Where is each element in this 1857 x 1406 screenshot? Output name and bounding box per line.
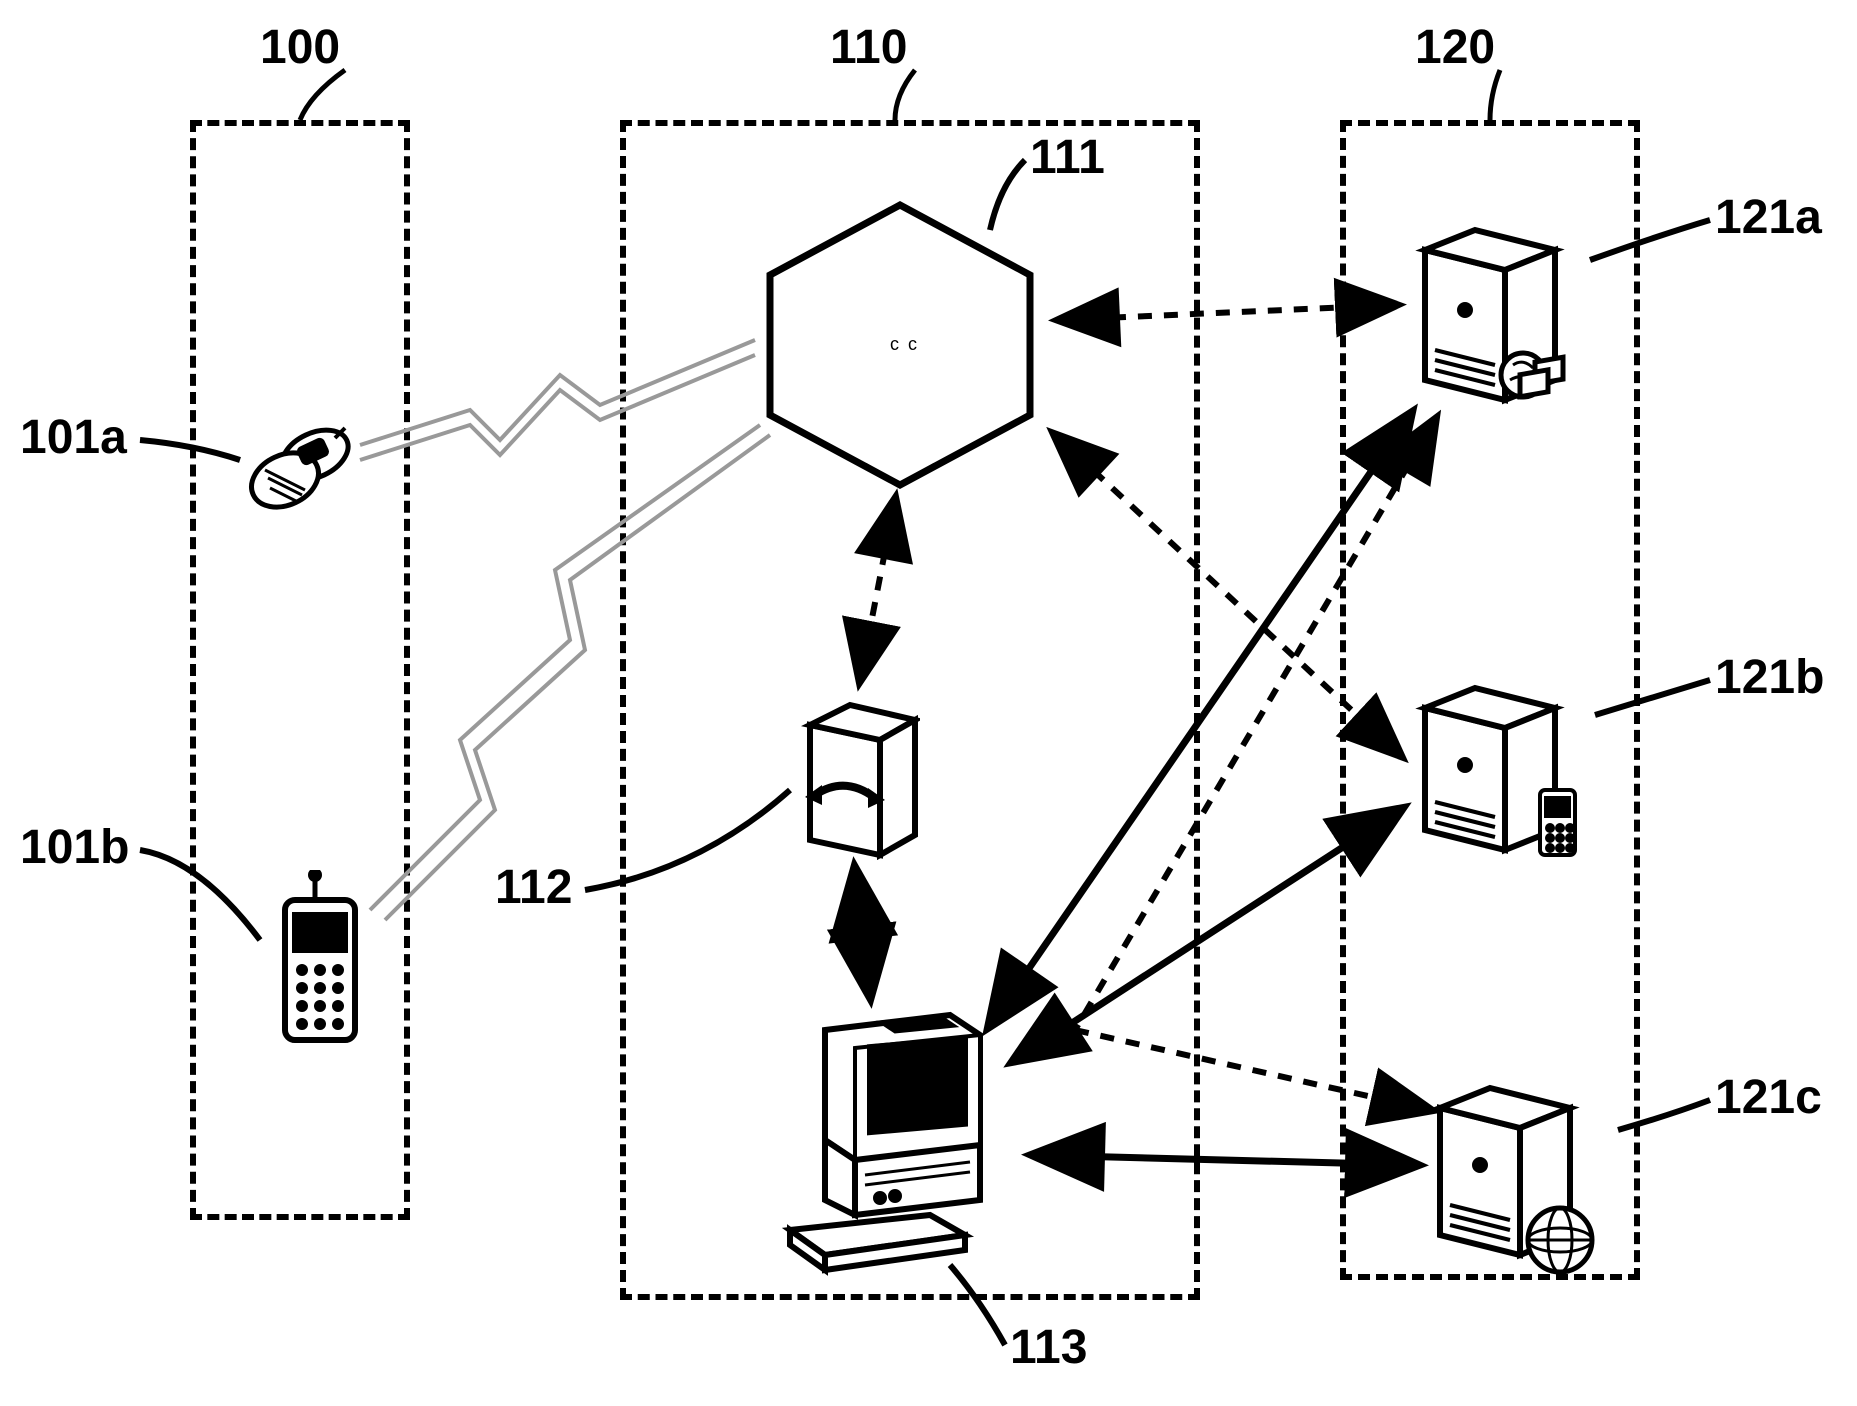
server-c-icon bbox=[1425, 1080, 1615, 1280]
label-121b: 121b bbox=[1715, 650, 1824, 705]
svg-text:c: c bbox=[908, 334, 917, 354]
label-121c: 121c bbox=[1715, 1070, 1822, 1125]
label-110: 110 bbox=[830, 20, 907, 75]
computer-icon bbox=[780, 1000, 1030, 1280]
group-100-box bbox=[190, 120, 410, 1220]
network-diagram: 100 110 120 101a 101b 111 112 113 121a 1… bbox=[0, 0, 1857, 1406]
label-111: 111 bbox=[1030, 130, 1105, 185]
label-120: 120 bbox=[1415, 20, 1495, 75]
storage-box-icon bbox=[790, 690, 920, 860]
server-a-icon bbox=[1405, 220, 1585, 420]
label-101b: 101b bbox=[20, 820, 129, 875]
hexagon-icon: c c bbox=[750, 195, 1050, 495]
cell-phone-icon bbox=[260, 870, 370, 1050]
label-101a: 101a bbox=[20, 410, 127, 465]
server-b-icon bbox=[1410, 680, 1590, 870]
flip-phone-icon bbox=[240, 410, 360, 520]
label-121a: 121a bbox=[1715, 190, 1822, 245]
svg-text:c: c bbox=[890, 334, 899, 354]
label-112: 112 bbox=[495, 860, 572, 915]
label-113: 113 bbox=[1010, 1320, 1087, 1375]
label-100: 100 bbox=[260, 20, 340, 75]
